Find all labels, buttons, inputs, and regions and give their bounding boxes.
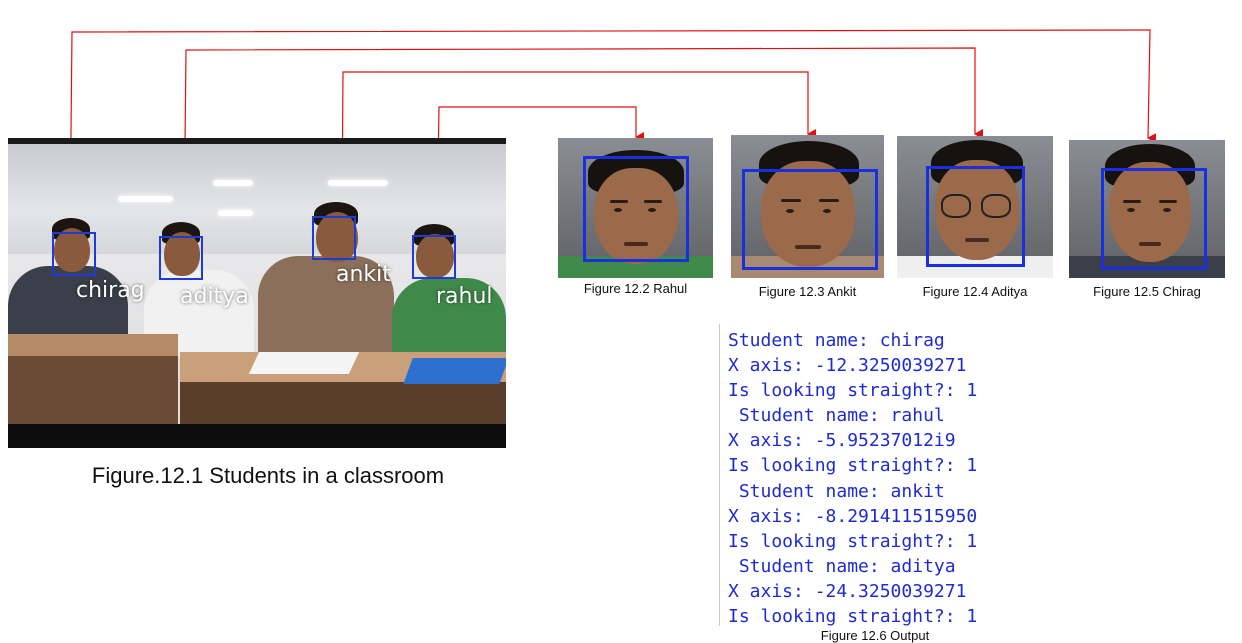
console-line: Is looking straight?: 1 bbox=[728, 531, 978, 552]
classroom-photo: chirag aditya ankit rahul bbox=[8, 138, 506, 448]
console-line: Student name: rahul bbox=[728, 405, 945, 426]
thumbnail-rahul bbox=[558, 138, 713, 278]
blue-folder bbox=[403, 358, 506, 384]
console-line: Student name: ankit bbox=[728, 481, 945, 502]
thumbnail-ankit bbox=[731, 135, 884, 278]
console-line: X axis: -5.95237012i9 bbox=[728, 430, 956, 451]
face-box bbox=[926, 166, 1025, 267]
caption-ankit: Figure 12.3 Ankit bbox=[758, 284, 857, 299]
caption-classroom: Figure.12.1 Students in a classroom bbox=[91, 463, 445, 488]
ceiling-light bbox=[213, 180, 253, 186]
ceiling-light bbox=[328, 180, 388, 186]
face-box bbox=[1101, 168, 1207, 270]
console-line: Student name: aditya bbox=[728, 556, 956, 577]
console-line: X axis: -12.3250039271 bbox=[728, 355, 967, 376]
console-line: Student name: chirag bbox=[728, 330, 945, 351]
console-line: Is looking straight?: 1 bbox=[728, 380, 978, 401]
thumbnail-chirag bbox=[1069, 140, 1225, 278]
face-box bbox=[742, 169, 878, 270]
desk bbox=[8, 334, 178, 424]
console-line: X axis: -24.3250039271 bbox=[728, 581, 967, 602]
face-box-rahul bbox=[412, 235, 456, 279]
caption-aditya: Figure 12.4 Aditya bbox=[922, 284, 1028, 299]
label-chirag: chirag bbox=[76, 278, 145, 303]
face-box-chirag bbox=[52, 232, 96, 276]
console-line: X axis: -8.291411515950 bbox=[728, 506, 978, 527]
thumbnail-aditya bbox=[897, 136, 1053, 278]
face-box bbox=[583, 156, 689, 262]
label-aditya: aditya bbox=[180, 284, 249, 309]
video-bar bbox=[8, 424, 506, 448]
face-box-aditya bbox=[159, 236, 203, 280]
console-line: Is looking straight?: 1 bbox=[728, 606, 978, 627]
label-ankit: ankit bbox=[336, 262, 391, 287]
ceiling-light bbox=[218, 210, 253, 216]
paper bbox=[248, 352, 360, 374]
console-output: Student name: chirag X axis: -12.3250039… bbox=[719, 324, 1040, 627]
caption-chirag: Figure 12.5 Chirag bbox=[1093, 284, 1201, 299]
caption-output: Figure 12.6 Output bbox=[820, 628, 930, 643]
label-rahul: rahul bbox=[436, 284, 493, 309]
console-line: Is looking straight?: 1 bbox=[728, 455, 978, 476]
caption-rahul: Figure 12.2 Rahul bbox=[583, 281, 688, 296]
face-box-ankit bbox=[312, 216, 356, 260]
ceiling-light bbox=[118, 196, 173, 202]
